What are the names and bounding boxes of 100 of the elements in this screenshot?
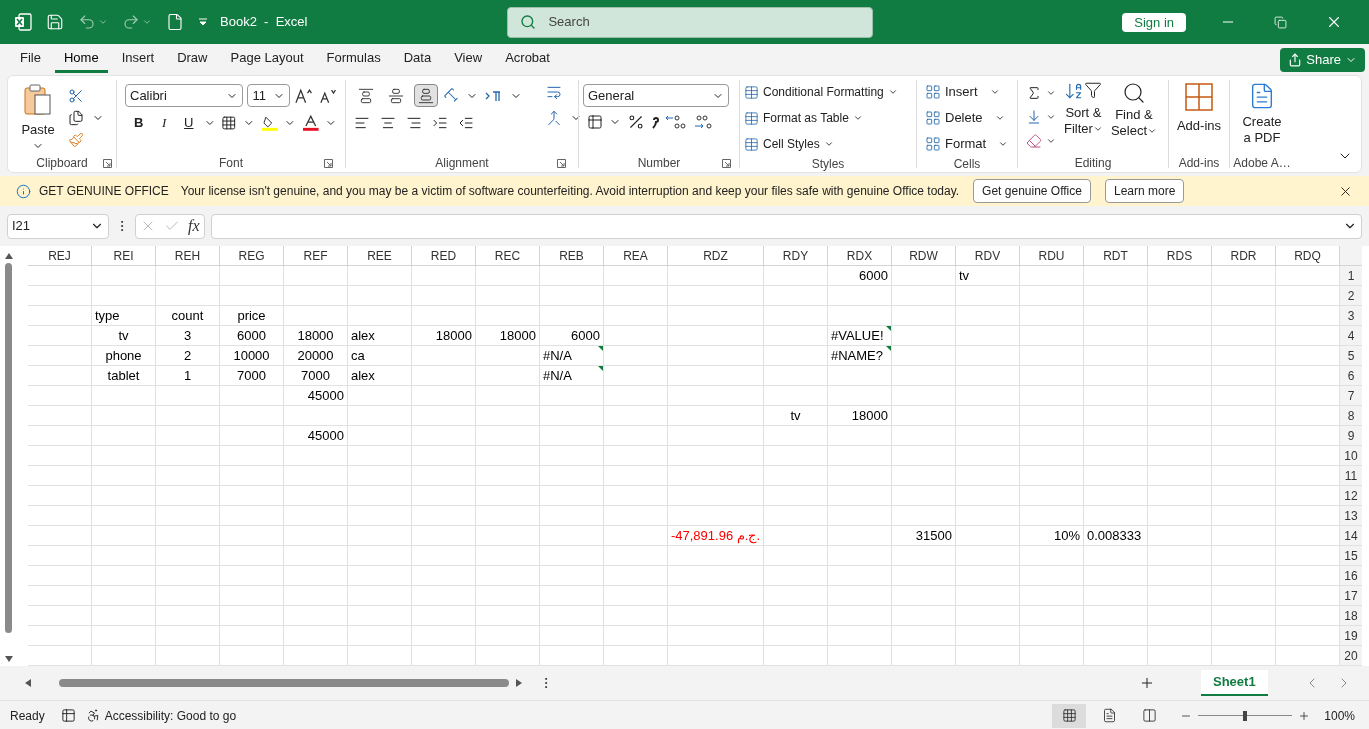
row-header[interactable]: 13 bbox=[1340, 506, 1362, 526]
column-header[interactable]: RDU bbox=[1020, 246, 1084, 266]
italic-button[interactable]: I bbox=[154, 113, 174, 133]
increase-indent-icon[interactable] bbox=[432, 115, 448, 131]
zoom-in-icon[interactable] bbox=[1298, 709, 1311, 722]
row-header[interactable]: 12 bbox=[1340, 486, 1362, 506]
column-header[interactable]: RDX bbox=[828, 246, 892, 266]
ribbon-tab[interactable]: Formulas bbox=[317, 46, 390, 73]
scroll-up-icon[interactable] bbox=[4, 252, 14, 260]
increase-decimal-icon[interactable] bbox=[665, 113, 687, 131]
scrollbar-thumb[interactable] bbox=[5, 263, 12, 633]
column-header[interactable]: REF bbox=[284, 246, 348, 266]
number-format-dropdown[interactable]: General bbox=[583, 84, 729, 107]
row-header[interactable]: 20 bbox=[1340, 646, 1362, 666]
decrease-decimal-icon[interactable] bbox=[693, 113, 715, 131]
row-header[interactable]: 10 bbox=[1340, 446, 1362, 466]
font-name-dropdown[interactable]: Calibri bbox=[125, 84, 244, 107]
sign-in-button[interactable]: Sign in bbox=[1122, 12, 1186, 32]
font-color-icon[interactable] bbox=[301, 113, 320, 132]
comma-style-icon[interactable] bbox=[651, 114, 659, 130]
view-button[interactable] bbox=[1052, 703, 1087, 728]
row-header[interactable]: 16 bbox=[1340, 566, 1362, 586]
row-header[interactable]: 17 bbox=[1340, 586, 1362, 606]
dialog-launcher-icon[interactable] bbox=[557, 159, 566, 168]
dialog-launcher-icon[interactable] bbox=[324, 159, 333, 168]
font-size-dropdown[interactable]: 11 bbox=[247, 84, 291, 107]
row-header[interactable]: 9 bbox=[1340, 426, 1362, 446]
dialog-launcher-icon[interactable] bbox=[722, 159, 731, 168]
copy-icon[interactable] bbox=[68, 110, 84, 126]
find-select-button[interactable]: Find & Select bbox=[1110, 81, 1158, 154]
column-header[interactable]: RED bbox=[412, 246, 476, 266]
column-header[interactable]: RDY bbox=[764, 246, 828, 266]
add-ins-button[interactable]: Add-ins bbox=[1176, 82, 1222, 154]
accessibility-status[interactable]: Accessibility: Good to go bbox=[104, 706, 237, 725]
column-header[interactable]: REI bbox=[92, 246, 156, 266]
column-header[interactable]: REC bbox=[476, 246, 540, 266]
column-header[interactable]: RDW bbox=[892, 246, 956, 266]
paste-button[interactable]: Paste bbox=[16, 84, 60, 152]
ribbon-tab[interactable]: File bbox=[11, 46, 50, 73]
zoom-level[interactable]: 100% bbox=[1324, 706, 1355, 725]
column-header[interactable]: RDV bbox=[956, 246, 1020, 266]
styles-menu-button[interactable]: Cell Styles bbox=[744, 133, 912, 155]
styles-menu-button[interactable]: Format as Table bbox=[744, 107, 912, 129]
decrease-indent-icon[interactable] bbox=[458, 115, 474, 131]
column-header[interactable]: REE bbox=[348, 246, 412, 266]
create-pdf-button[interactable]: Create a PDF bbox=[1242, 82, 1282, 154]
search-field[interactable]: Search bbox=[507, 6, 874, 38]
row-header[interactable]: 18 bbox=[1340, 606, 1362, 626]
styles-menu-button[interactable]: Conditional Formatting bbox=[744, 81, 912, 103]
row-header[interactable]: 1 bbox=[1340, 266, 1362, 286]
row-header[interactable]: 2 bbox=[1340, 286, 1362, 306]
row-header[interactable]: 8 bbox=[1340, 406, 1362, 426]
cells-menu-button[interactable]: Format bbox=[925, 133, 1009, 155]
merge-cells-icon[interactable] bbox=[546, 110, 562, 126]
ribbon-tab[interactable]: Acrobat bbox=[496, 46, 559, 73]
column-header[interactable]: RDS bbox=[1148, 246, 1212, 266]
scroll-left-icon[interactable] bbox=[24, 678, 32, 688]
align-center-icon[interactable] bbox=[380, 115, 396, 131]
caret-icon[interactable] bbox=[1046, 112, 1056, 122]
sort-filter-button[interactable]: Sort & Filter bbox=[1064, 81, 1103, 154]
new-file-icon[interactable] bbox=[166, 13, 184, 31]
column-header[interactable]: RDZ bbox=[668, 246, 764, 266]
vertical-align-button[interactable] bbox=[414, 84, 438, 107]
ribbon-tab[interactable]: Page Layout bbox=[221, 46, 313, 73]
ribbon-tab[interactable]: Insert bbox=[112, 46, 164, 73]
macro-recording-icon[interactable] bbox=[60, 708, 76, 723]
percent-icon[interactable] bbox=[627, 113, 645, 131]
name-box[interactable]: I21 bbox=[7, 213, 109, 239]
save-icon[interactable] bbox=[46, 13, 64, 31]
cells-menu-button[interactable]: Insert bbox=[925, 81, 1009, 103]
cells-menu-button[interactable]: Delete bbox=[925, 107, 1009, 129]
scroll-down-icon[interactable] bbox=[4, 655, 14, 663]
align-left-icon[interactable] bbox=[354, 115, 370, 131]
ribbon-tab[interactable]: Draw bbox=[168, 46, 217, 73]
redo-icon[interactable] bbox=[122, 13, 140, 31]
row-header[interactable]: 3 bbox=[1340, 306, 1362, 326]
row-header[interactable]: 5 bbox=[1340, 346, 1362, 366]
format-painter-icon[interactable] bbox=[68, 132, 84, 148]
row-header[interactable]: 4 bbox=[1340, 326, 1362, 346]
undo-icon[interactable] bbox=[78, 13, 96, 31]
align-right-icon[interactable] bbox=[406, 115, 422, 131]
eraser-icon[interactable] bbox=[1026, 133, 1042, 149]
new-sheet-icon[interactable] bbox=[1139, 675, 1155, 691]
column-header[interactable]: REH bbox=[156, 246, 220, 266]
customize-toolbar-icon[interactable] bbox=[198, 18, 208, 26]
row-header[interactable]: 6 bbox=[1340, 366, 1362, 386]
column-header[interactable]: RDR bbox=[1212, 246, 1276, 266]
row-header[interactable]: 15 bbox=[1340, 546, 1362, 566]
column-header[interactable]: REB bbox=[540, 246, 604, 266]
column-header[interactable]: REJ bbox=[28, 246, 92, 266]
column-header[interactable]: RDQ bbox=[1276, 246, 1340, 266]
notification-button[interactable]: Learn more bbox=[1104, 179, 1185, 203]
row-header[interactable]: 11 bbox=[1340, 466, 1362, 486]
notification-button[interactable]: Get genuine Office bbox=[973, 179, 1091, 203]
caret-icon[interactable] bbox=[1046, 136, 1056, 146]
autosum-icon[interactable] bbox=[1026, 85, 1042, 101]
cut-icon[interactable] bbox=[68, 88, 84, 104]
underline-button[interactable]: U bbox=[180, 113, 198, 133]
dialog-launcher-icon[interactable] bbox=[103, 159, 112, 168]
ribbon-tab[interactable]: View bbox=[445, 46, 492, 73]
